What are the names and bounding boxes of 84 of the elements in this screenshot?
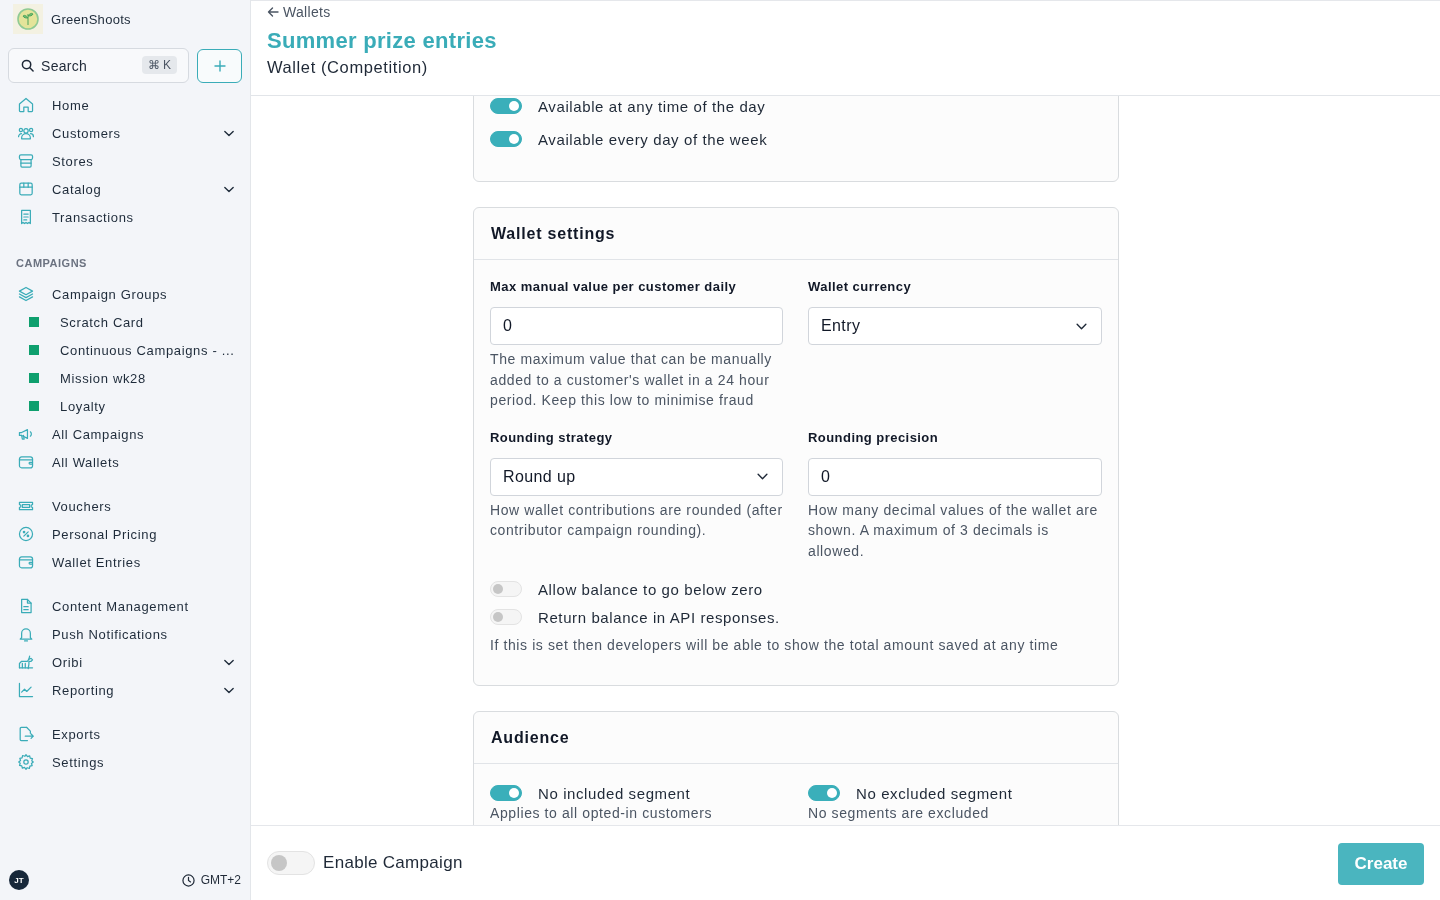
chevron-down-icon [1076,322,1087,330]
nav-item[interactable]: Wallet Entries [0,548,250,576]
users-icon [18,125,34,141]
plus-icon [213,60,226,72]
toggle-label: Available every day of the week [538,130,768,148]
nav-item[interactable]: Continuous Campaigns - ... [0,336,250,364]
help-text: No segments are excluded [808,805,990,821]
field-label: Rounding strategy [490,428,614,447]
toggle-switch[interactable] [808,785,840,801]
toggle-switch[interactable] [490,785,522,801]
nav-item[interactable]: Scratch Card [0,308,250,336]
nav-item[interactable]: Transactions [0,203,250,231]
nav-item[interactable]: Oribi [0,648,250,676]
chevron-down-icon [224,185,234,193]
help-text: How many decimal values of the wallet are shown. A maximum of 3 decimals is allowed. [808,500,1099,561]
field-label: Wallet currency [808,278,913,296]
receipt-icon [18,209,34,225]
nav-item[interactable]: Reporting [0,676,250,704]
nav-item[interactable]: Content Management [0,592,250,620]
megaphone-icon [18,426,34,442]
toggle-label: Return balance in API responses. [538,608,780,626]
toggle-switch[interactable] [490,131,522,147]
nav-item[interactable]: Catalog [0,175,250,203]
section-title: Audience [491,728,570,747]
help-text: If this is set then developers will be able to show the total amount saved at any time [490,636,1060,655]
toggle-switch[interactable] [490,98,522,114]
page-subtitle: Wallet (Competition) [267,57,429,77]
nav-item[interactable]: Settings [0,748,250,776]
wallet-icon [18,554,34,570]
settings-icon [18,754,34,770]
input-field[interactable]: 0 [808,457,1102,496]
toggle-label: Available at any time of the day [538,97,766,115]
add-button[interactable] [197,49,242,83]
file-export-icon [18,726,34,742]
shortcut-hint: ⌘ K [141,56,177,74]
logo-icon [13,4,43,34]
nav-item[interactable]: Push Notifications [0,620,250,648]
nav-item[interactable]: All Wallets [0,448,250,476]
input-field[interactable]: 0 [490,307,783,345]
field-label: Rounding precision [808,428,940,447]
toggle-label: No excluded segment [856,784,1013,802]
user-avatar[interactable]: JT [9,870,29,890]
help-text: Applies to all opted-in customers [490,805,714,821]
field-label: Max manual value per customer daily [490,278,738,296]
nav-item[interactable]: Personal Pricing [0,520,250,548]
chevron-down-icon [224,129,234,137]
timezone-label: GMT+2 [200,873,241,887]
store-icon [18,153,34,169]
nav-item[interactable]: Vouchers [0,492,250,520]
home-icon [18,97,34,113]
nav-item[interactable]: Campaign Groups [0,280,250,308]
bell-icon [18,626,34,642]
nav-item[interactable]: Customers [0,119,250,147]
back-link[interactable]: Wallets [267,3,331,21]
nav-item[interactable]: All Campaigns [0,420,250,448]
select-field[interactable]: Entry [808,307,1102,345]
help-text: How wallet contributions are rounded (after contributor campaign rounding). [490,500,783,540]
help-text: The maximum value that can be manually added to a customer's wallet in a 24 hour period. Keep this low to minimise fraud [490,350,773,410]
chevron-down-icon [224,658,234,666]
animal-icon [18,654,34,670]
toggle-label: Enable Campaign [323,853,463,873]
arrow-left-icon [267,6,279,18]
nav-item[interactable]: Mission wk28 [0,364,250,392]
toggle-label: No included segment [538,784,691,802]
select-field[interactable]: Round up [490,457,783,496]
line-chart-icon [18,682,34,698]
clock-icon [181,873,195,887]
wallet-icon [18,454,34,470]
nav-item[interactable]: Loyalty [0,392,250,420]
page-title: Summer prize entries [267,28,498,54]
toggle-label: Allow balance to go below zero [538,580,763,598]
nav-item[interactable]: Home [0,91,250,119]
layers-icon [18,286,34,302]
section-title: Wallet settings [491,224,616,243]
box-icon [18,181,34,197]
percent-icon [18,526,34,542]
chevron-down-icon [757,473,768,480]
nav-item[interactable]: Exports [0,720,250,748]
section-heading: CAMPAIGNS [15,256,88,271]
nav-item[interactable]: Stores [0,147,250,175]
search-icon [21,59,34,72]
document-icon [18,598,34,614]
chevron-down-icon [224,686,234,694]
brand-name: GreenShoots [51,11,131,27]
